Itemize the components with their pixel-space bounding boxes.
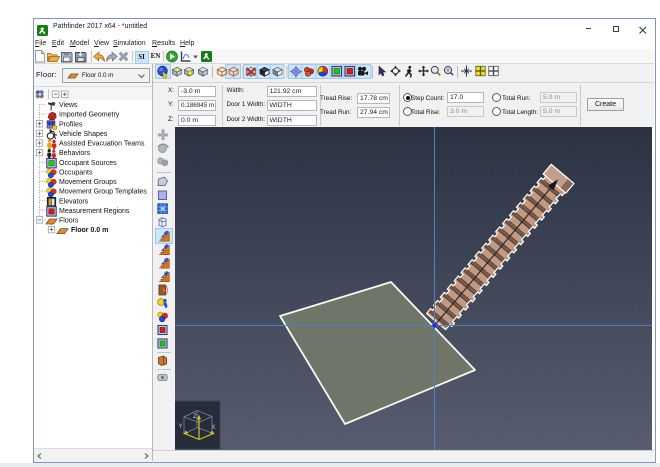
- svg-text:X: X: [212, 425, 216, 431]
- svg-text:Z: Z: [193, 414, 197, 420]
- svg-text:Floors: Floors: [59, 218, 79, 225]
- svg-text:Measurement Regions: Measurement Regions: [59, 208, 130, 215]
- svg-text:Y: Y: [179, 424, 183, 430]
- svg-text:Behaviors: Behaviors: [59, 150, 91, 157]
- svg-text:Assisted Evacuation Teams: Assisted Evacuation Teams: [59, 141, 145, 148]
- svg-text:Elevators: Elevators: [59, 198, 89, 205]
- svg-text:Vehicle Shapes: Vehicle Shapes: [59, 131, 108, 138]
- svg-text:Floor 0.0 m: Floor 0.0 m: [71, 227, 108, 234]
- svg-text:Movement Groups: Movement Groups: [59, 179, 117, 186]
- svg-text:Occupant Sources: Occupant Sources: [59, 160, 117, 167]
- svg-text:Occupants: Occupants: [59, 169, 93, 176]
- svg-text:Movement Group Templates: Movement Group Templates: [59, 189, 147, 196]
